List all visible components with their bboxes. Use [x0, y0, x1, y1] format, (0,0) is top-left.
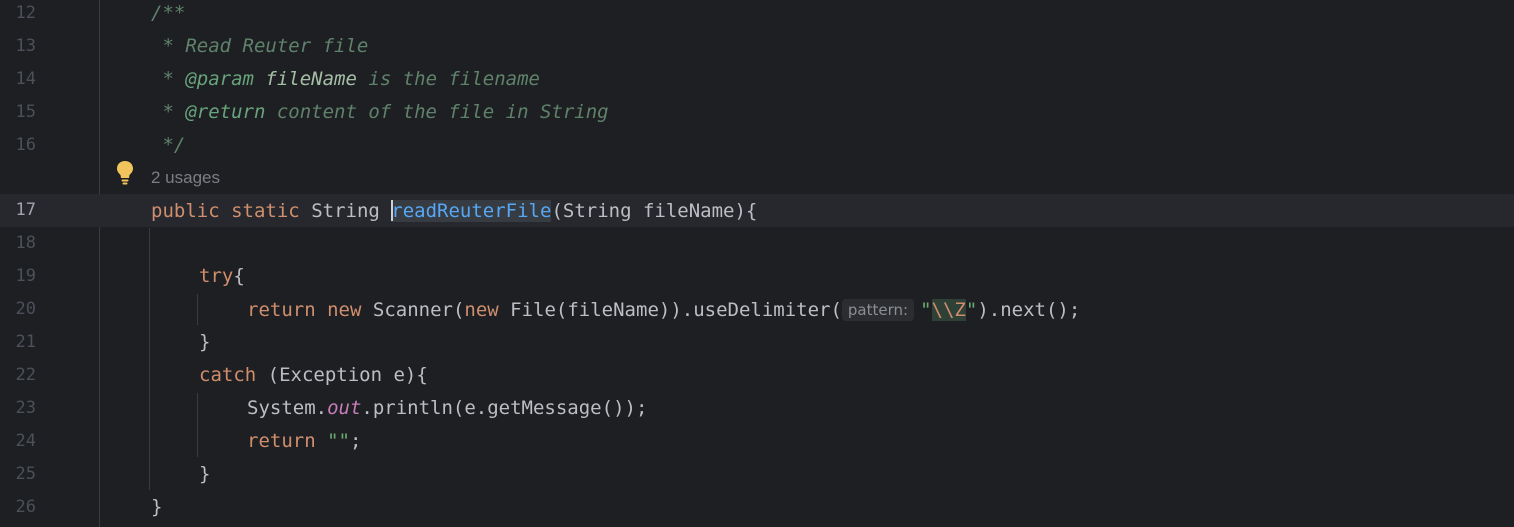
line-number: 16 — [15, 135, 36, 155]
code-text: try{ — [199, 265, 245, 287]
code-line[interactable]: 25 } — [0, 458, 1514, 491]
code-line[interactable]: 24 return ""; — [0, 425, 1514, 458]
code-text: * @param fileName is the filename — [151, 68, 540, 90]
line-number: 23 — [15, 398, 36, 418]
code-line[interactable]: 19 try{ — [0, 260, 1514, 293]
method-declaration-highlight: readReuterFile — [391, 200, 552, 222]
code-line[interactable]: 14 * @param fileName is the filename — [0, 63, 1514, 96]
line-number: 13 — [15, 36, 36, 56]
lightbulb-icon[interactable] — [116, 160, 134, 186]
code-line[interactable]: 13 * Read Reuter file — [0, 30, 1514, 63]
code-text: * Read Reuter file — [151, 35, 369, 57]
code-line[interactable]: 18 — [0, 227, 1514, 260]
code-text: public static String readReuterFile(Stri… — [151, 200, 758, 222]
code-line[interactable]: 15 * @return content of the file in Stri… — [0, 96, 1514, 129]
code-line[interactable]: 23 System.out.println(e.getMessage()); — [0, 392, 1514, 425]
code-text: catch (Exception e){ — [199, 364, 428, 386]
line-number: 26 — [15, 497, 36, 517]
code-line[interactable]: 22 catch (Exception e){ — [0, 359, 1514, 392]
code-text: } — [151, 496, 163, 518]
code-text: } — [199, 331, 211, 353]
line-number: 21 — [15, 332, 36, 352]
usages-codelens[interactable]: 2 usages — [151, 167, 220, 189]
code-text: /** — [151, 2, 186, 24]
line-number: 25 — [15, 464, 36, 484]
code-line[interactable]: 20 return new Scanner(new File(fileName)… — [0, 293, 1514, 326]
line-number: 12 — [15, 3, 36, 23]
code-text: return new Scanner(new File(fileName)).u… — [247, 299, 1081, 321]
line-number: 15 — [15, 102, 36, 122]
code-text: System.out.println(e.getMessage()); — [247, 397, 648, 419]
line-number: 20 — [15, 299, 36, 319]
code-text: * @return content of the file in String — [151, 101, 609, 123]
line-number: 19 — [15, 266, 36, 286]
code-line[interactable]: 21 } — [0, 326, 1514, 359]
code-text: } — [199, 463, 211, 485]
line-number: 22 — [15, 365, 36, 385]
code-line-current[interactable]: 17 public static String readReuterFile(S… — [0, 194, 1514, 227]
parameter-hint: pattern: — [841, 299, 915, 321]
code-editor[interactable]: 12 /** 13 * Read Reuter file 14 * @param… — [0, 0, 1514, 527]
line-number: 18 — [15, 233, 36, 253]
code-line[interactable]: 26 } — [0, 491, 1514, 524]
code-text: */ — [151, 134, 186, 156]
code-text: return ""; — [247, 430, 362, 452]
code-line[interactable]: 12 /** — [0, 0, 1514, 30]
method-name[interactable]: readReuterFile — [391, 200, 551, 222]
code-line[interactable]: 16 */ — [0, 129, 1514, 162]
line-number: 24 — [15, 431, 36, 451]
line-number: 14 — [15, 69, 36, 89]
line-number: 17 — [15, 200, 36, 220]
